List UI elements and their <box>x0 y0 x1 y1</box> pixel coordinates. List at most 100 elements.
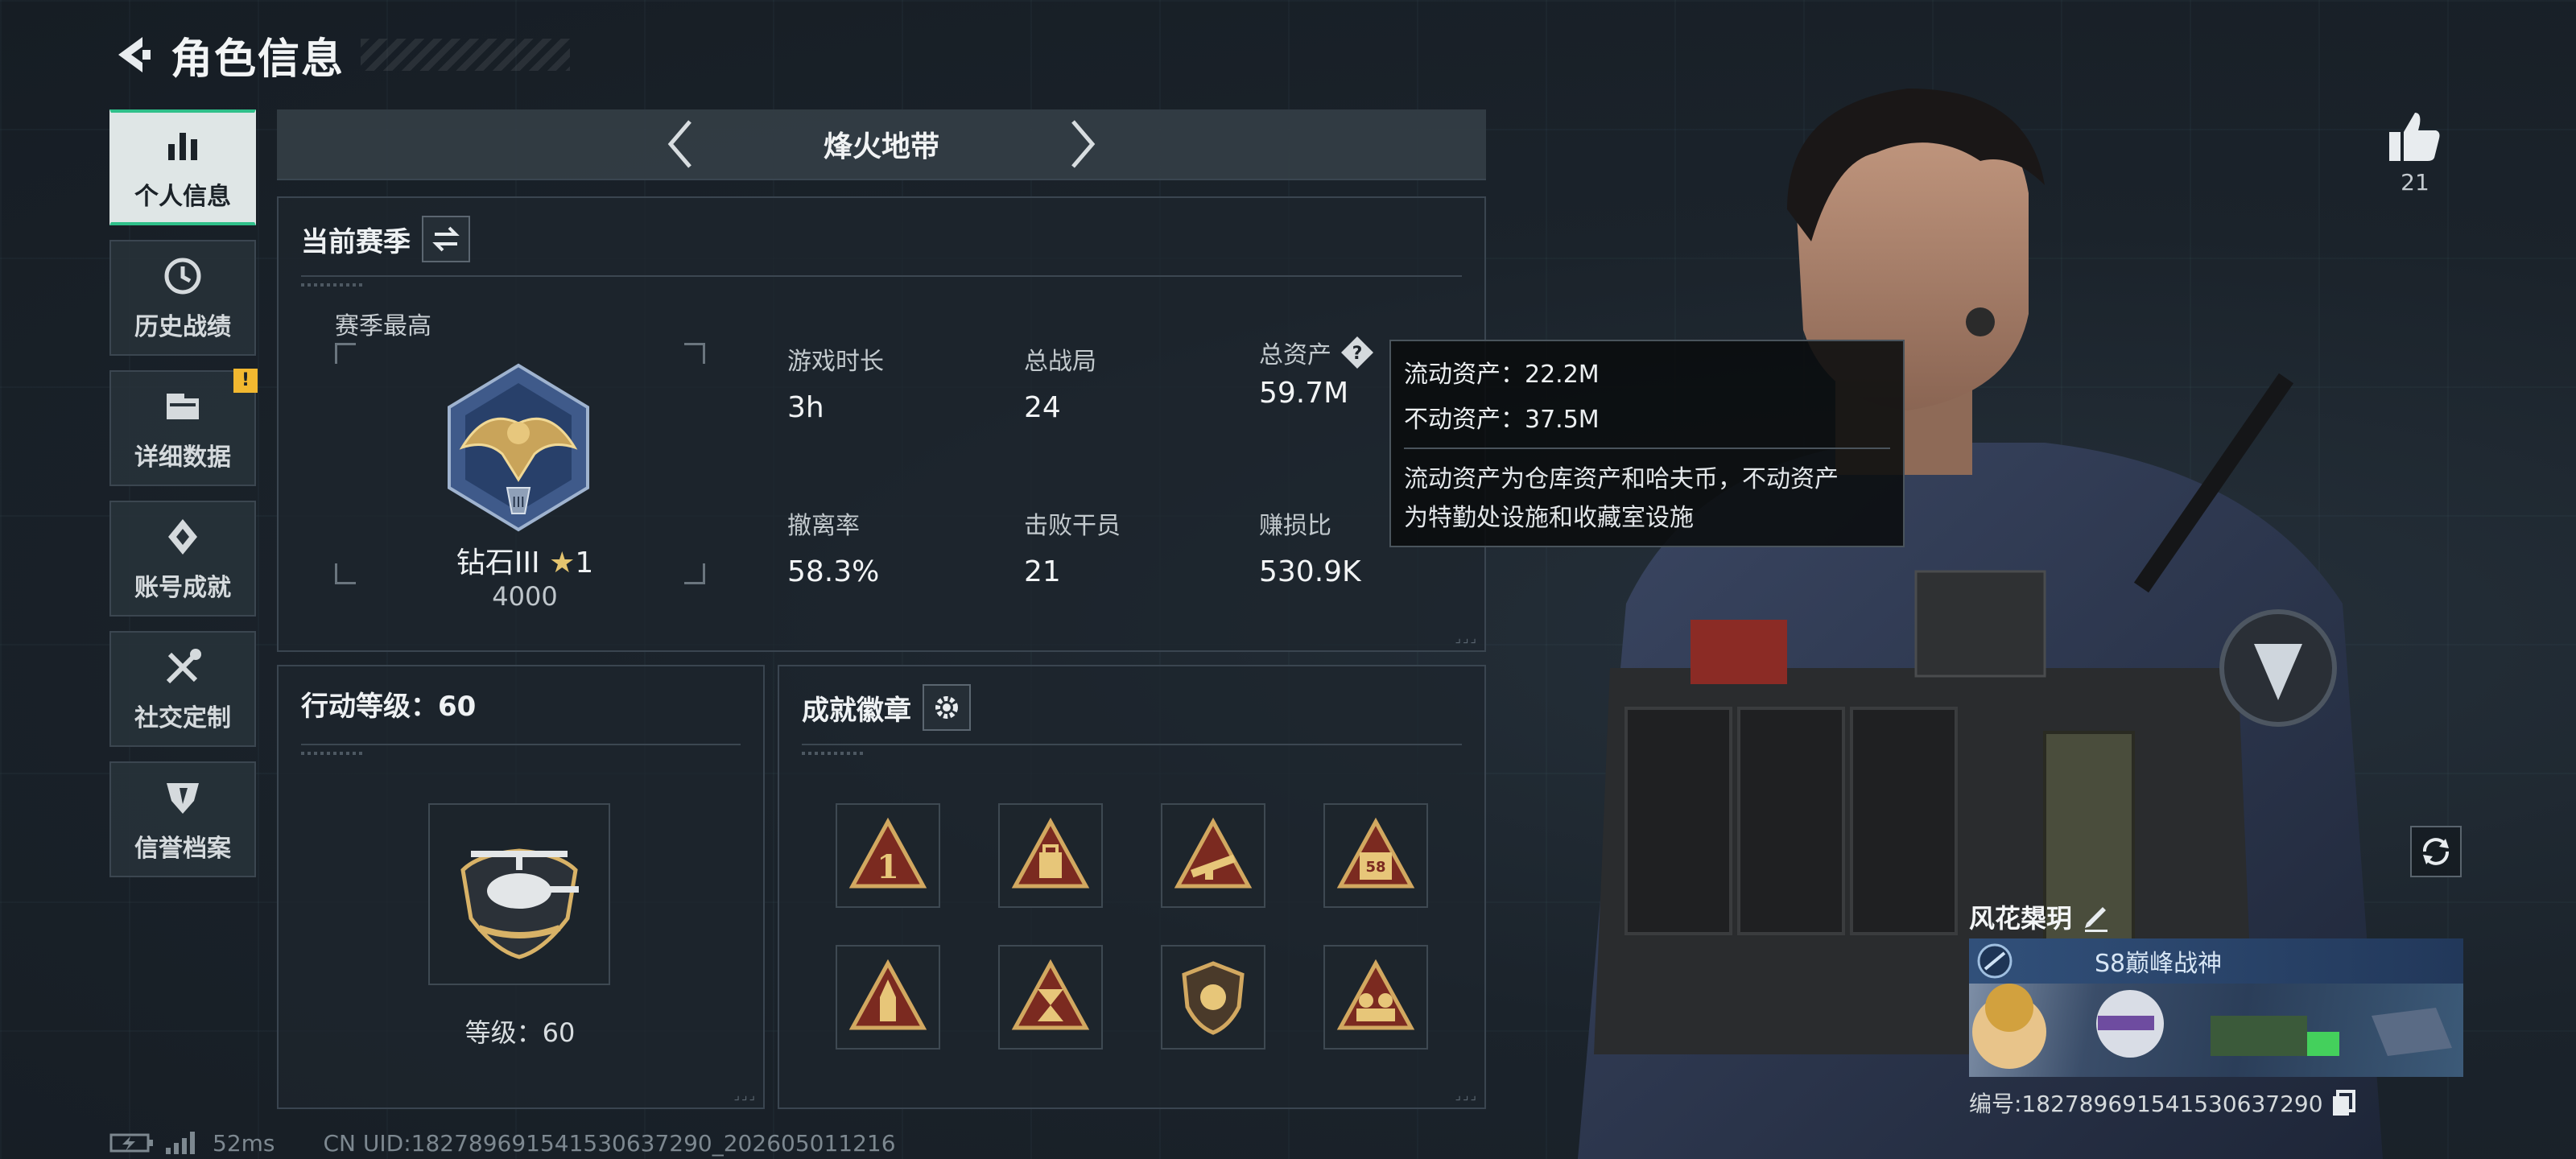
achievement-settings-button[interactable] <box>923 684 971 731</box>
ping-value: 52ms <box>213 1129 275 1157</box>
assets-description-line-1: 流动资产为仓库资产和哈夫币，不动资产 <box>1404 465 1839 493</box>
achievement-badge[interactable] <box>998 945 1103 1050</box>
triangle-badge-58-icon: 58 <box>1336 817 1415 889</box>
action-level-header: 行动等级：60 <box>301 684 476 724</box>
title-decoration <box>361 39 571 71</box>
thumbs-up-icon <box>2389 113 2440 161</box>
current-season-panel: 当前赛季 赛季最高 III 钻石III ★1 4000 游戏时长 3h 总战局 … <box>277 196 1486 652</box>
rotate-view-button[interactable] <box>2410 826 2462 877</box>
stat-value: 24 <box>1024 391 1061 424</box>
triangle-badge-team-icon <box>1336 959 1415 1030</box>
status-bar: 52ms CN UID:182789691541530637290_202605… <box>109 1127 896 1159</box>
mode-selector: 烽火地带 <box>277 109 1486 180</box>
svg-text:?: ? <box>1352 344 1363 364</box>
stat-extraction-rate: 撤离率 58.3% <box>787 505 879 588</box>
sidebar-item-label: 详细数据 <box>134 443 231 472</box>
rank-stars: 1 <box>575 547 594 580</box>
switch-season-button[interactable] <box>422 216 470 262</box>
back-arrow-icon <box>118 37 151 72</box>
copy-icon[interactable] <box>2330 1088 2359 1117</box>
achievement-badge[interactable] <box>998 803 1103 908</box>
stat-value: 58.3% <box>787 555 880 588</box>
title-emblem-icon <box>1977 943 2013 979</box>
player-name: 风花槼玥 <box>1969 903 2073 934</box>
svg-text:58: 58 <box>1365 859 1385 876</box>
divider <box>301 275 1462 287</box>
achievements-title: 成就徽章 <box>802 694 911 727</box>
like-count: 21 <box>2401 169 2429 196</box>
sidebar: 个人信息 历史战绩 ! 详细数据 账号成就 社交定制 信誉档案 <box>109 109 258 892</box>
triangle-badge-rocket-icon <box>848 959 927 1030</box>
sidebar-item-reputation[interactable]: 信誉档案 <box>109 761 256 877</box>
page-header: 角色信息 <box>105 23 571 87</box>
triangle-badge-weapon-icon <box>1174 817 1253 889</box>
shield-badge-icon <box>1182 961 1245 1035</box>
stat-label: 赚损比 <box>1259 512 1331 540</box>
tooltip-divider <box>1404 448 1890 449</box>
player-title: S8巅峰战神 <box>2095 950 2223 978</box>
fixed-assets: 不动资产：37.5M <box>1404 406 1600 434</box>
rotate-icon <box>2423 838 2449 865</box>
like-button[interactable] <box>2383 105 2447 169</box>
stat-label-row: 总资产 ? <box>1259 335 1375 370</box>
svg-text:III: III <box>512 494 525 511</box>
bar-chart-icon <box>160 123 205 168</box>
triangle-badge-backpack-icon <box>1011 817 1090 889</box>
divider <box>802 744 1462 755</box>
rank-name: 钻石III <box>456 547 540 580</box>
liquid-assets: 流动资产：22.2M <box>1404 361 1600 389</box>
corner-decoration: ⌟⌟⌟ <box>1455 1087 1478 1103</box>
battery-icon <box>109 1133 153 1153</box>
achievement-badge[interactable]: 58 <box>1323 803 1428 908</box>
sidebar-item-label: 社交定制 <box>134 704 231 732</box>
sidebar-item-history[interactable]: 历史战绩 <box>109 240 256 356</box>
triangle-badge-one-icon: 1 <box>848 817 927 889</box>
player-title-bar: S8巅峰战神 <box>1969 938 2463 984</box>
folder-icon <box>160 384 205 429</box>
achievement-badge[interactable] <box>1161 945 1265 1050</box>
stat-label: 总战局 <box>1024 348 1096 376</box>
achievement-badge[interactable] <box>1323 945 1428 1050</box>
sidebar-item-personal-info[interactable]: 个人信息 <box>109 109 256 225</box>
alert-badge: ! <box>233 369 258 393</box>
sidebar-item-label: 历史战绩 <box>134 313 231 341</box>
back-button[interactable] <box>105 27 161 83</box>
rank-name-row: 钻石III ★1 <box>436 539 613 581</box>
mode-next-button[interactable] <box>1051 112 1115 176</box>
player-name-row: 风花槼玥 <box>1969 895 2463 938</box>
sidebar-item-label: 个人信息 <box>134 183 231 211</box>
signal-icon <box>166 1132 195 1154</box>
stat-play-time: 游戏时长 3h <box>787 341 884 424</box>
sidebar-item-social[interactable]: 社交定制 <box>109 631 256 747</box>
achievement-badge[interactable] <box>836 945 940 1050</box>
stat-label: 撤离率 <box>787 512 860 540</box>
stat-total-assets: 总资产 ? 59.7M <box>1259 335 1375 410</box>
assets-tooltip: 流动资产：22.2M 不动资产：37.5M 流动资产为仓库资产和哈夫币，不动资产… <box>1389 340 1905 547</box>
stat-label: 游戏时长 <box>787 348 884 376</box>
history-clock-icon <box>160 254 205 299</box>
sidebar-item-achievements[interactable]: 账号成就 <box>109 501 256 617</box>
stat-value: 3h <box>787 391 824 424</box>
help-icon[interactable]: ? <box>1340 335 1375 370</box>
divider <box>301 744 741 755</box>
client-uid: CN UID:182789691541530637290_20260501121… <box>323 1129 896 1157</box>
achievement-badge[interactable]: 1 <box>836 803 940 908</box>
rank-score: 4000 <box>492 581 558 612</box>
sidebar-item-detailed-data[interactable]: ! 详细数据 <box>109 369 258 486</box>
mode-title: 烽火地带 <box>823 130 939 163</box>
chevron-left-icon <box>667 120 691 168</box>
stat-value: 59.7M <box>1259 377 1349 410</box>
achievements-panel: 成就徽章 1 58 ⌟⌟⌟ <box>778 665 1486 1109</box>
mode-prev-button[interactable] <box>648 112 712 176</box>
sidebar-item-label: 信誉档案 <box>134 835 231 863</box>
player-uid-row: 编号:1827896915415306372​90 <box>1969 1082 2463 1124</box>
tools-icon <box>160 645 205 690</box>
edit-pencil-icon[interactable] <box>2080 901 2112 933</box>
page-title: 角色信息 <box>171 35 345 84</box>
stat-profit-loss-ratio: 赚损比 530.9K <box>1259 505 1361 588</box>
badge-grid: 1 58 <box>836 803 1428 1050</box>
stat-label: 击败干员 <box>1024 512 1121 540</box>
achievement-badge[interactable] <box>1161 803 1265 908</box>
corner-decoration: ⌟⌟⌟ <box>1455 630 1478 645</box>
achievement-icon <box>160 514 205 559</box>
